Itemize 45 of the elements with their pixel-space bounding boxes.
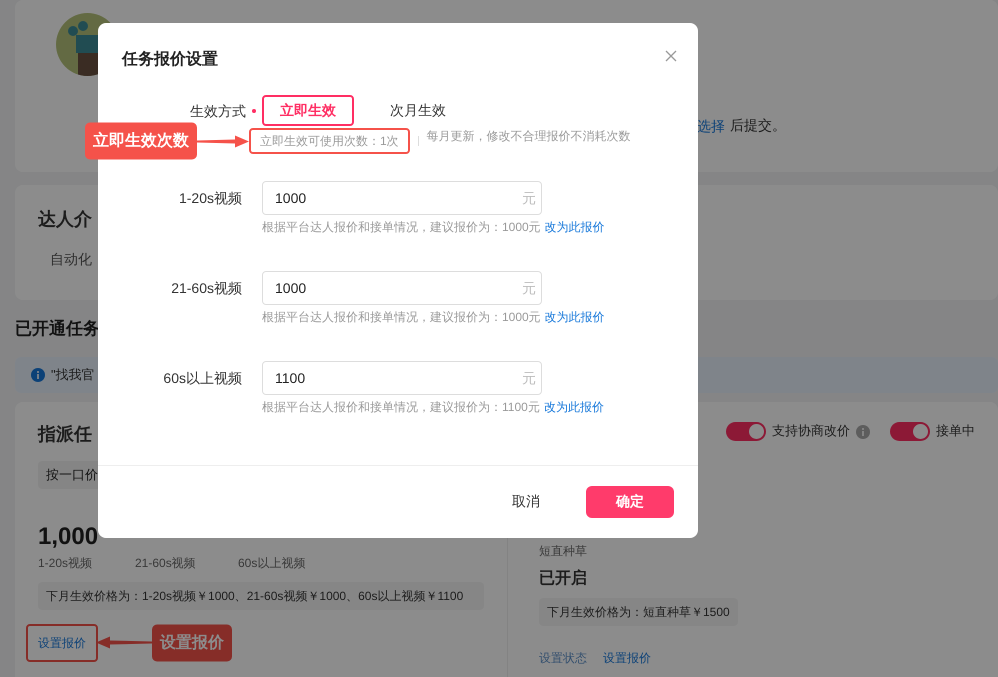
toggle-label: 支持协商改价 xyxy=(772,422,850,440)
usage-count-hint: 立即生效可使用次数：1次 xyxy=(260,134,399,148)
suggestion-hint: 根据平台达人报价和接单情况，建议报价为：1000元 xyxy=(262,219,541,236)
callout-label: 立即生效次数 xyxy=(85,122,197,160)
field-label: 1-20s视频 xyxy=(178,189,242,208)
cancel-button[interactable]: 取消 xyxy=(512,493,540,511)
suggestion-hint: 根据平台达人报价和接单情况，建议报价为：1000元 xyxy=(262,309,541,326)
mode-tab[interactable]: 立即生效 xyxy=(262,95,354,126)
close-button[interactable] xyxy=(664,49,678,63)
toggle-switch[interactable] xyxy=(726,422,766,441)
notice-text: 后提交。 xyxy=(730,116,786,135)
category-label: 短直种草 xyxy=(539,543,587,560)
intro-text: 自动化 xyxy=(50,250,92,270)
section-title: 达人介 xyxy=(38,208,92,231)
apply-price-link[interactable]: 改为此报价 xyxy=(544,219,605,236)
toggle-label: 接单中 xyxy=(936,422,975,440)
unit-label: 元 xyxy=(522,189,536,207)
set-price-link[interactable]: 设置报价 xyxy=(38,636,86,650)
action-link[interactable]: 设置报价 xyxy=(603,650,651,668)
section-heading: 已开通任务 xyxy=(15,318,100,340)
field-label: 21-60s视频 xyxy=(170,279,242,298)
apply-price-link[interactable]: 改为此报价 xyxy=(544,309,605,326)
hint-text: 每月更新，修改不合理报价不消耗次数 xyxy=(426,128,631,145)
callout-label: 设置报价 xyxy=(152,624,232,662)
price-value: 1,000 xyxy=(38,523,100,552)
price-label: 21-60s视频 xyxy=(135,555,197,572)
suggestion-hint: 根据平台达人报价和接单情况，建议报价为：1100元 xyxy=(262,399,540,416)
confirm-button[interactable]: 确定 xyxy=(586,486,674,518)
banner-text: "找我官 xyxy=(51,366,95,384)
task-title: 指派任 xyxy=(38,423,92,446)
unit-label: 元 xyxy=(522,279,536,297)
action-link[interactable]: 设置状态 xyxy=(539,650,587,668)
price-label: 1-20s视频 xyxy=(38,555,94,572)
apply-price-link[interactable]: 改为此报价 xyxy=(544,399,604,416)
next-month-price: 下月生效价格为：短直种草￥1500 xyxy=(539,598,738,626)
field-label: 生效方式 xyxy=(190,102,246,120)
info-icon xyxy=(31,368,45,382)
next-month-price: 下月生效价格为：1-20s视频￥1000、21-60s视频￥1000、60s以上视频￥1100 xyxy=(38,582,484,610)
toggle-switch[interactable] xyxy=(890,422,930,441)
dialog-title: 任务报价设置 xyxy=(122,50,218,70)
price-label: 60s以上视频 xyxy=(238,555,306,572)
status-text: 已开启 xyxy=(539,568,587,589)
select-link[interactable]: 选择 xyxy=(697,116,725,136)
field-label: 60s以上视频 xyxy=(162,369,242,388)
unit-label: 元 xyxy=(522,369,536,387)
